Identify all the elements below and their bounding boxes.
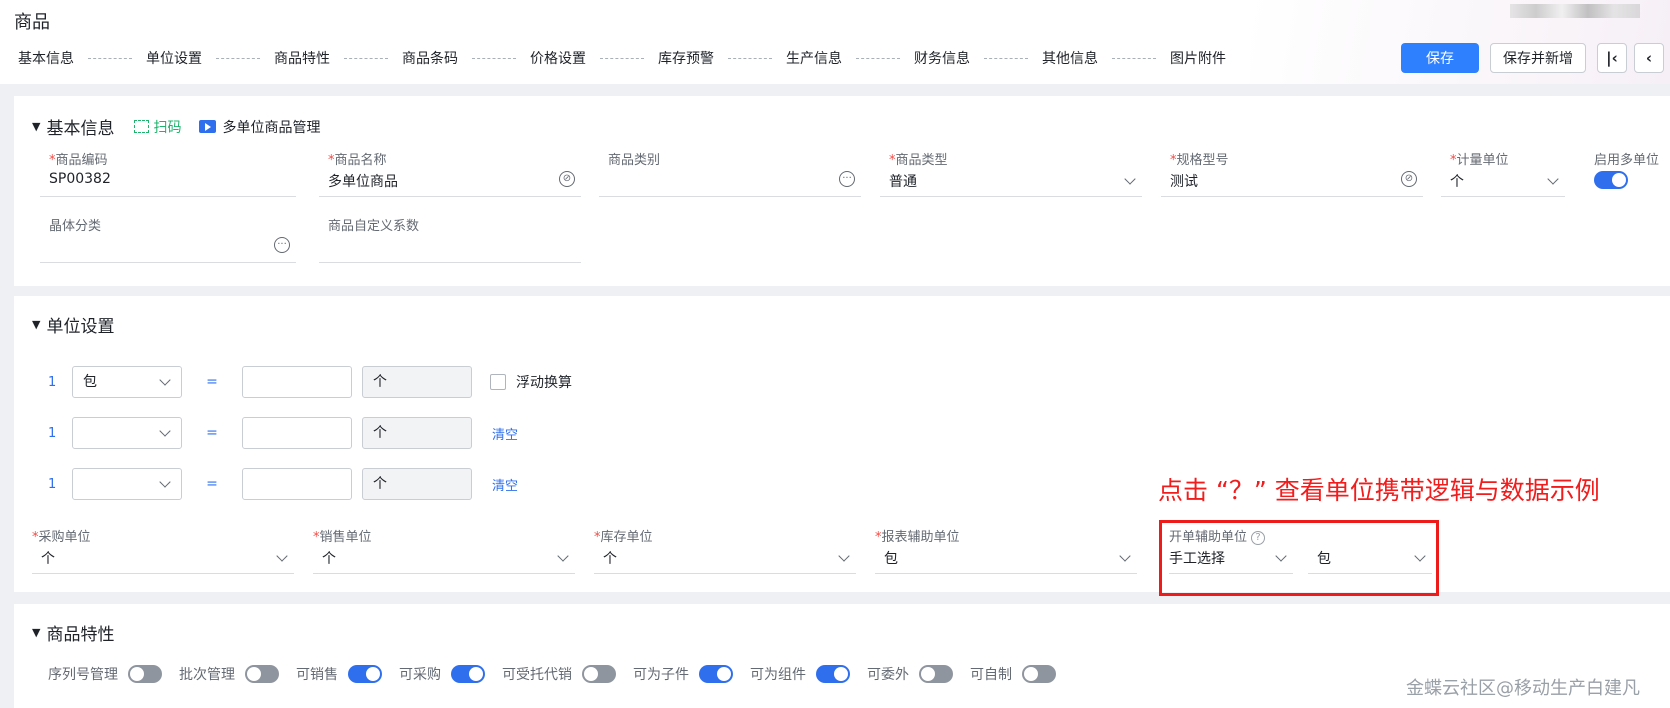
product-type-select[interactable]: *商品类型 普通 [880,149,1142,197]
chevron-down-icon [159,476,171,488]
chevron-down-icon [1119,550,1131,562]
nav-tab-other[interactable]: 其他信息 [1042,48,1098,68]
float-conversion-checkbox[interactable] [490,374,506,390]
nav-tab-production[interactable]: 生产信息 [786,48,842,68]
product-code-field[interactable]: *商品编码 SP00382 [40,149,296,197]
translate-icon[interactable]: ⊘ [1401,171,1417,187]
purchase-unit-select[interactable]: *采购单位 个 [32,526,294,574]
aux-unit-select[interactable] [72,417,182,449]
nav-tab-barcode[interactable]: 商品条码 [402,48,458,68]
blurred-user-info [1510,4,1640,18]
feature-sellable: 可销售 [296,664,382,684]
video-icon [199,120,217,133]
section-title: 商品特性 [46,625,115,645]
unit-conversion-row: 1 = 个 清空 [38,417,518,449]
nav-tab-price[interactable]: 价格设置 [530,48,586,68]
nav-tab-basic[interactable]: 基本信息 [18,48,74,68]
product-name-field[interactable]: *商品名称 多单位商品 ⊘ [319,149,581,197]
chevron-down-icon [1547,173,1559,185]
crystal-category-field[interactable]: 晶体分类 ··· [40,215,296,263]
top-bar: 商品 基本信息 单位设置 商品特性 商品条码 价格设置 库存预警 生产信息 财务… [0,0,1670,84]
conversion-qty-input[interactable] [242,366,352,398]
basic-info-card: ▼ 基本信息 扫码 多单位商品管理 *商品编码 SP00382 *商品名称 多单… [14,96,1670,286]
feature-serial: 序列号管理 [48,664,162,684]
aux-unit-select[interactable] [72,468,182,500]
stock-unit-select[interactable]: *库存单位 个 [594,526,856,574]
annotation-highlight-box [1159,520,1439,596]
nav-tab-finance[interactable]: 财务信息 [914,48,970,68]
nav-tab-stock-alert[interactable]: 库存预警 [658,48,714,68]
basic-info-header: ▼ 基本信息 扫码 多单位商品管理 [32,114,320,139]
feature-subpart: 可为子件 [633,664,733,684]
spec-model-field[interactable]: *规格型号 测试 ⊘ [1161,149,1423,197]
collapse-caret-icon[interactable]: ▼ [32,318,40,331]
prev-record-icon[interactable]: ‹ [1634,43,1664,73]
selfmade-toggle[interactable] [1022,665,1056,683]
scan-button[interactable]: 扫码 [134,117,181,137]
base-unit-readonly: 个 [362,366,472,398]
base-unit-readonly: 个 [362,417,472,449]
multi-unit-toggle[interactable] [1594,171,1628,189]
custom-factor-field[interactable]: 商品自定义系数 [319,215,581,263]
aux-unit-select[interactable]: 包 [72,366,182,398]
more-icon[interactable]: ··· [839,171,855,187]
translate-icon[interactable]: ⊘ [559,171,575,187]
page-title: 商品 [14,12,50,33]
subpart-toggle[interactable] [699,665,733,683]
chevron-down-icon [557,550,569,562]
first-record-icon[interactable]: |‹ [1597,43,1627,73]
sellable-toggle[interactable] [348,665,382,683]
multi-unit-toggle-field: 启用多单位 [1592,149,1670,197]
feature-selfmade: 可自制 [970,664,1056,684]
save-button[interactable]: 保存 [1401,43,1479,73]
unit-conversion-row: 1 包 = 个 浮动换算 [38,366,572,398]
component-toggle[interactable] [816,665,850,683]
chevron-down-icon [276,550,288,562]
outsource-toggle[interactable] [919,665,953,683]
base-unit-readonly: 个 [362,468,472,500]
chevron-down-icon [159,425,171,437]
conversion-qty-input[interactable] [242,468,352,500]
section-nav: 基本信息 单位设置 商品特性 商品条码 价格设置 库存预警 生产信息 财务信息 … [18,48,1226,68]
more-icon[interactable]: ··· [274,237,290,253]
collapse-caret-icon[interactable]: ▼ [32,626,40,639]
section-title: 基本信息 [46,119,115,139]
multi-unit-manage-link[interactable]: 多单位商品管理 [199,117,320,137]
nav-tab-features[interactable]: 商品特性 [274,48,330,68]
features-header: ▼ 商品特性 [32,620,114,645]
clear-link[interactable]: 清空 [492,475,518,494]
feature-batch: 批次管理 [179,664,279,684]
feature-purchasable: 可采购 [399,664,485,684]
clear-link[interactable]: 清空 [492,424,518,443]
chevron-down-icon [159,374,171,386]
section-title: 单位设置 [46,317,115,337]
unit-settings-header: ▼ 单位设置 [32,312,114,337]
scan-icon [134,120,150,133]
consignment-toggle[interactable] [582,665,616,683]
sales-unit-select[interactable]: *销售单位 个 [313,526,575,574]
feature-component: 可为组件 [750,664,850,684]
watermark: 金蝶云社区@移动生产白建凡 [1406,678,1640,699]
annotation-text: 点击 “？” 查看单位携带逻辑与数据示例 [1158,476,1600,505]
collapse-caret-icon[interactable]: ▼ [32,120,40,133]
save-and-new-button[interactable]: 保存并新增 [1490,43,1586,73]
measure-unit-select[interactable]: *计量单位 个 [1441,149,1565,197]
serial-toggle[interactable] [128,665,162,683]
purchasable-toggle[interactable] [451,665,485,683]
batch-toggle[interactable] [245,665,279,683]
nav-tab-attachments[interactable]: 图片附件 [1170,48,1226,68]
feature-toggles: 序列号管理 批次管理 可销售 可采购 可受托代销 可为子件 可为组件 可委外 可… [48,664,1073,684]
product-category-field[interactable]: 商品类别 ··· [599,149,861,197]
chevron-down-icon [838,550,850,562]
report-aux-unit-select[interactable]: *报表辅助单位 包 [875,526,1137,574]
conversion-qty-input[interactable] [242,417,352,449]
nav-tab-units[interactable]: 单位设置 [146,48,202,68]
feature-outsource: 可委外 [867,664,953,684]
chevron-down-icon [1124,173,1136,185]
feature-consignment: 可受托代销 [502,664,616,684]
unit-conversion-row: 1 = 个 清空 [38,468,518,500]
